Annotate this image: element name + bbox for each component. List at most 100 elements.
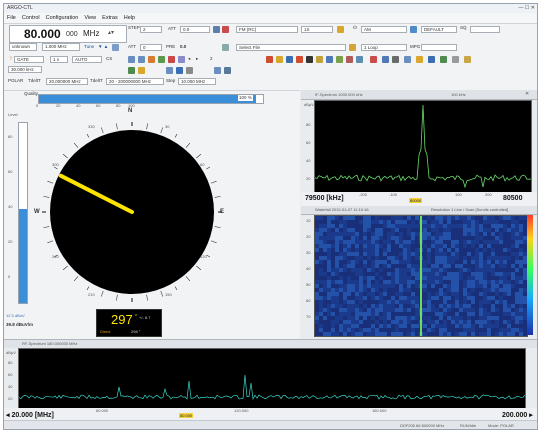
if-x-tick: 200 [485, 192, 492, 197]
menu-help[interactable]: Help [121, 13, 138, 23]
loop-select[interactable]: 1 Loop [361, 44, 407, 51]
step-select[interactable]: 2 [140, 26, 162, 33]
tune-down-button[interactable]: ▼ ▲ [98, 44, 108, 50]
if-center-marker[interactable]: 80000 [409, 198, 423, 203]
rf-center-marker[interactable]: 80.000 [179, 413, 194, 418]
rf-x-right-label[interactable]: 200.000 ▸ [502, 411, 533, 419]
frequency-value: 80.000 [24, 27, 61, 41]
if-spectrum-plot[interactable] [314, 100, 532, 194]
tune-label[interactable]: Tune [84, 44, 94, 50]
start-icon[interactable] [158, 56, 165, 63]
window-controls[interactable]: — ☐ ✕ [519, 4, 535, 13]
level-tick: 0 [8, 274, 11, 279]
mode-control-select[interactable]: FM (RC) [236, 26, 298, 33]
tool-layout-icon[interactable] [404, 56, 411, 63]
tool-delete-icon[interactable] [296, 56, 303, 63]
frequency-spin-icon[interactable]: ▴▾ [108, 29, 114, 36]
rf-x-left-label[interactable]: ◂ 20.000 [MHz] [6, 411, 54, 419]
gate-mode-select[interactable]: GATE [14, 56, 44, 63]
compass-e-label: E [220, 209, 225, 215]
polar-label: POLAR [8, 78, 24, 83]
step2-field[interactable]: 10.000 MHz [178, 78, 216, 85]
tool-config-icon[interactable] [452, 56, 459, 63]
tool-peak-icon[interactable] [346, 56, 353, 63]
rf-x-axis: ◂ 20.000 [MHz] 200.000 ▸ 80.000 120.000 … [4, 408, 537, 420]
quality-bar-fill [39, 95, 257, 103]
menu-view[interactable]: View [81, 13, 99, 23]
frequency-display[interactable]: 80.000 000 MHz ▴▾ [9, 25, 127, 43]
tool-help-icon[interactable] [464, 56, 471, 63]
rf-y-tick: 80 [8, 360, 13, 365]
if-y-tick: 20 [306, 176, 311, 181]
sweep-icon[interactable] [138, 56, 145, 63]
mpg-field[interactable] [421, 44, 457, 51]
bearing-quality-value: 298 ° [131, 329, 141, 334]
record-icon[interactable] [222, 26, 229, 33]
mode-warn-icon[interactable] [138, 67, 145, 74]
agc-select[interactable]: AM [361, 26, 407, 33]
compass-tick [116, 123, 118, 130]
count-select[interactable]: 1 s [50, 56, 68, 63]
scan-icon[interactable] [128, 56, 135, 63]
tool-folder-icon[interactable] [276, 56, 283, 63]
tool-record-icon[interactable] [266, 56, 273, 63]
tool-ok-icon[interactable] [440, 56, 447, 63]
tool-grid-icon[interactable] [336, 56, 343, 63]
mode-select[interactable]: unknown [9, 43, 37, 51]
print-small-icon[interactable] [214, 67, 221, 74]
open-file-icon[interactable] [349, 44, 356, 51]
menu-file[interactable]: File [4, 13, 19, 23]
att-row-field[interactable]: 0 [140, 44, 162, 51]
stop-icon[interactable] [168, 56, 175, 63]
export-icon[interactable] [224, 67, 231, 74]
select-file-field[interactable]: Select File [236, 44, 346, 51]
tool-window-icon[interactable] [382, 56, 389, 63]
tool-print-icon[interactable] [392, 56, 399, 63]
audio-mute-icon[interactable] [186, 67, 193, 74]
gain-field[interactable]: 30.000 kHz [8, 66, 42, 73]
audio-vol-icon[interactable] [176, 67, 183, 74]
tool-trace-icon[interactable] [356, 56, 363, 63]
tool-color-icon[interactable] [416, 56, 423, 63]
squelch-field[interactable]: - [470, 26, 500, 33]
play-icon[interactable] [337, 26, 344, 33]
arrow-right-icon[interactable]: ▸ [196, 56, 198, 62]
rf-spectrum-header: RF-Spectrum 180.000000 MHz [4, 339, 537, 348]
menu-extras[interactable]: Extras [99, 13, 121, 23]
rf-spectrum-svg [18, 374, 526, 401]
pre-label: PRE [166, 44, 176, 49]
waterfall-plot[interactable] [314, 215, 528, 337]
compass-tick [47, 180, 54, 184]
step-size-select[interactable]: 1.000 MHz [42, 43, 80, 51]
bearing-spread: +/- 8.7 [139, 315, 151, 320]
rf-x-tick: 120.000 [234, 408, 249, 413]
tool-marker-icon[interactable] [316, 56, 323, 63]
tool-view-icon[interactable] [428, 56, 435, 63]
pre-icon[interactable] [222, 44, 229, 51]
mode-fs-icon[interactable] [128, 67, 135, 74]
agc-icon[interactable] [410, 26, 417, 33]
level-tick: 40 [8, 204, 13, 209]
afc-select[interactable]: 1S [301, 26, 333, 33]
if-spectrum-close-icon[interactable]: ✕ [525, 91, 529, 97]
arrow-left-icon[interactable]: ◂ [188, 56, 190, 62]
tool-cursor-icon[interactable] [370, 56, 377, 63]
pause-icon[interactable] [178, 56, 185, 63]
tune-icon[interactable] [112, 44, 119, 51]
att-field[interactable]: 0.0 [180, 26, 210, 33]
default-select[interactable]: DEFAULT [421, 26, 457, 33]
audio-icon[interactable] [166, 67, 173, 74]
att-icon[interactable] [213, 26, 220, 33]
menu-configuration[interactable]: Configuration [43, 13, 82, 23]
auto-select[interactable]: AUTO [72, 56, 102, 63]
bearing-quality-label: Direct [100, 329, 111, 334]
tool-save-icon[interactable] [286, 56, 293, 63]
tdelta-field[interactable]: 20.000000 MHz [46, 78, 88, 85]
compass-tick [146, 294, 148, 301]
list-icon[interactable] [148, 56, 155, 63]
rf-spectrum-plot[interactable] [18, 348, 526, 410]
menu-control[interactable]: Control [19, 13, 43, 23]
tool-zoom-icon[interactable] [326, 56, 333, 63]
tdelta-t-field[interactable]: 20 - 200000000 MHz [106, 78, 164, 85]
tool-sum-icon[interactable] [306, 56, 313, 63]
